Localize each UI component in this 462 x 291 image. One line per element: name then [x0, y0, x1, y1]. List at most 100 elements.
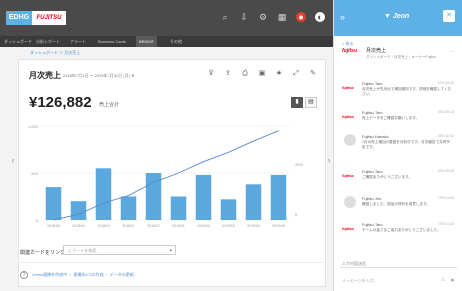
card-title: 月次売上: [29, 71, 61, 80]
y-tick-label: 500: [31, 171, 38, 176]
breadcrumb[interactable]: ダッシュボード ＞ 月次売上: [30, 50, 80, 56]
nav-bar: ダッシュボード 分析レポート アラート Business Cards BRIGH…: [0, 36, 333, 47]
message-author: Fujitsu Taro: [362, 81, 383, 86]
bar: [120, 196, 137, 220]
message-time: 7/03 11:05: [437, 196, 454, 200]
bar: [220, 199, 237, 220]
filter-icon[interactable]: ⊽: [207, 70, 215, 78]
share-icon[interactable]: ⎙: [241, 70, 249, 78]
bar: [170, 196, 187, 220]
bar: [95, 168, 112, 220]
message-author: Fujitsu Taro: [362, 110, 383, 115]
bar: [270, 174, 287, 220]
x-tick-label: 2018/09: [72, 224, 85, 228]
related-card-search[interactable]: Q カードを検索... ▾: [63, 245, 176, 255]
message-time: 7/03 10:02: [437, 134, 454, 138]
top-bar: EDHG FUJITSU ⌕ ⇩ ⚙ ▦ ● ◐: [0, 0, 333, 36]
footer-links[interactable]: Zeens連携を作成中 ・ 連携先4つの作成 ・ データの更新: [32, 272, 134, 278]
card-toolbar: ⊽ ⇪ ⎙ ▣ ★ ⤢ ✎: [207, 70, 317, 78]
back-link[interactable]: < 戻る: [342, 41, 353, 47]
close-icon[interactable]: ✕: [443, 10, 455, 22]
nav-item-reports[interactable]: 分析レポート: [36, 36, 60, 47]
chart-view-button[interactable]: ▮: [291, 97, 303, 108]
message-text: 売上データをご確認お願いします。: [362, 116, 420, 120]
input-actions: ⌂ ➤: [441, 277, 455, 284]
fujitsu-logo-icon: fujitsu: [342, 85, 354, 90]
chat-panel-header: » ▼ Jeon ✕: [334, 0, 462, 36]
amount-unit: 売上合計: [99, 102, 120, 108]
message-text: チームの皆さまご協力ありがとうございました。: [362, 228, 441, 232]
input-divider: [340, 267, 457, 268]
y-right-tick-label: 0: [295, 212, 298, 217]
avatar: [344, 134, 356, 146]
nav-item-alerts[interactable]: アラート: [70, 36, 86, 47]
nav-item-business-cards[interactable]: Business Cards: [98, 36, 126, 47]
send-icon[interactable]: ➤: [450, 277, 455, 284]
attach-icon[interactable]: ⌂: [441, 277, 445, 284]
app-logo[interactable]: EDHG FUJITSU: [6, 11, 66, 25]
x-tick-label: 2018/10: [97, 224, 110, 228]
x-tick-label: 2018/08: [47, 224, 60, 228]
message-time: 7/03 10:20: [437, 169, 454, 173]
bar: [70, 201, 87, 220]
x-tick-label: 2019/02: [197, 224, 210, 228]
period-selector[interactable]: 2018年7月1日 〜 2019年7月31日 (月) ▼: [63, 73, 135, 79]
fujitsu-logo-icon: fujitsu: [342, 48, 357, 54]
x-tick-label: 2019/03: [222, 224, 235, 228]
message-text: 確認しました。追加の資料を用意します。: [362, 202, 430, 206]
settings-icon[interactable]: ✎: [309, 70, 317, 78]
gear-icon[interactable]: ⚙: [258, 12, 268, 22]
avatar: [344, 196, 356, 208]
y-tick-label: 0: [36, 218, 39, 223]
message-author: Fujitsu Taro: [362, 222, 383, 227]
export-icon[interactable]: ⇪: [224, 70, 232, 78]
chevron-down-icon: ▾: [169, 248, 172, 254]
x-tick-label: 2018/12: [147, 224, 160, 228]
chart-type-toggle: ▮ ▤: [291, 97, 317, 108]
message-time: 7/03 09:12: [437, 81, 454, 85]
related-card-placeholder: Q カードを検索...: [68, 248, 100, 253]
sales-chart: 1,000 500 0 25% 0 2018/08 2018/09 2018/10 2018/1…: [28, 124, 303, 228]
message-author: Fujitsu Jiro: [362, 196, 382, 201]
chat-brand: ▼ Jeon: [384, 13, 410, 20]
chat-brand-label: Jeon: [392, 13, 410, 20]
download-icon[interactable]: ⇩: [239, 12, 249, 22]
bar: [195, 174, 212, 220]
print-icon[interactable]: ▣: [258, 70, 266, 78]
nav-item-dashboard[interactable]: ダッシュボード: [4, 36, 32, 47]
nav-item-bright[interactable]: BRIGHT: [136, 36, 158, 47]
grid-icon[interactable]: ▦: [277, 12, 287, 22]
fujitsu-logo-icon: fujitsu: [342, 226, 354, 231]
x-tick-label: 2019/04: [247, 224, 260, 228]
search-icon[interactable]: ⌕: [220, 12, 230, 22]
bar: [245, 184, 262, 220]
chat-panel: » ▼ Jeon ✕ < 戻る fujitsu 月次売上 ダッシュボード・月次売…: [333, 0, 462, 291]
collapse-arrow-icon[interactable]: »: [340, 12, 345, 22]
logo-left: EDHG: [6, 11, 32, 25]
thread-subtitle: ダッシュボード・月次売上・オーナーFujitsu: [366, 55, 436, 59]
thread-title: 月次売上: [366, 48, 387, 54]
message-time: 7/03 11:30: [437, 222, 454, 226]
message-author: Fujitsu Taro: [362, 169, 383, 174]
x-tick-label: 2019/01: [172, 224, 185, 228]
divider: [18, 262, 324, 263]
user-icon[interactable]: ●: [296, 12, 306, 22]
logo-right: FUJITSU: [32, 11, 66, 25]
fujitsu-logo-icon: fujitsu: [342, 173, 354, 178]
prev-arrow-icon[interactable]: ‹: [8, 150, 18, 170]
message-time: 7/03 09:14: [437, 110, 454, 114]
table-view-button[interactable]: ▤: [305, 97, 317, 108]
more-icon[interactable]: …: [449, 48, 455, 54]
help-icon[interactable]: ?: [20, 271, 28, 279]
logout-icon[interactable]: ◐: [315, 12, 325, 22]
top-icons: ⌕ ⇩ ⚙ ▦ ● ◐: [220, 12, 325, 22]
message-text: 1月の売上増加の要因を分析中です。月次報告で共有予定です。: [362, 140, 450, 149]
expand-icon[interactable]: ⤢: [292, 70, 300, 78]
fujitsu-logo-icon: fujitsu: [342, 114, 354, 119]
message-input[interactable]: メッセージを入力...: [342, 278, 377, 284]
star-icon[interactable]: ★: [275, 70, 283, 78]
total-amount: ¥126,882: [29, 94, 92, 111]
nav-item-other[interactable]: その他: [170, 36, 182, 47]
y-tick-label: 1,000: [28, 124, 39, 129]
footer-row: ? Zeens連携を作成中 ・ 連携先4つの作成 ・ データの更新: [20, 271, 134, 279]
